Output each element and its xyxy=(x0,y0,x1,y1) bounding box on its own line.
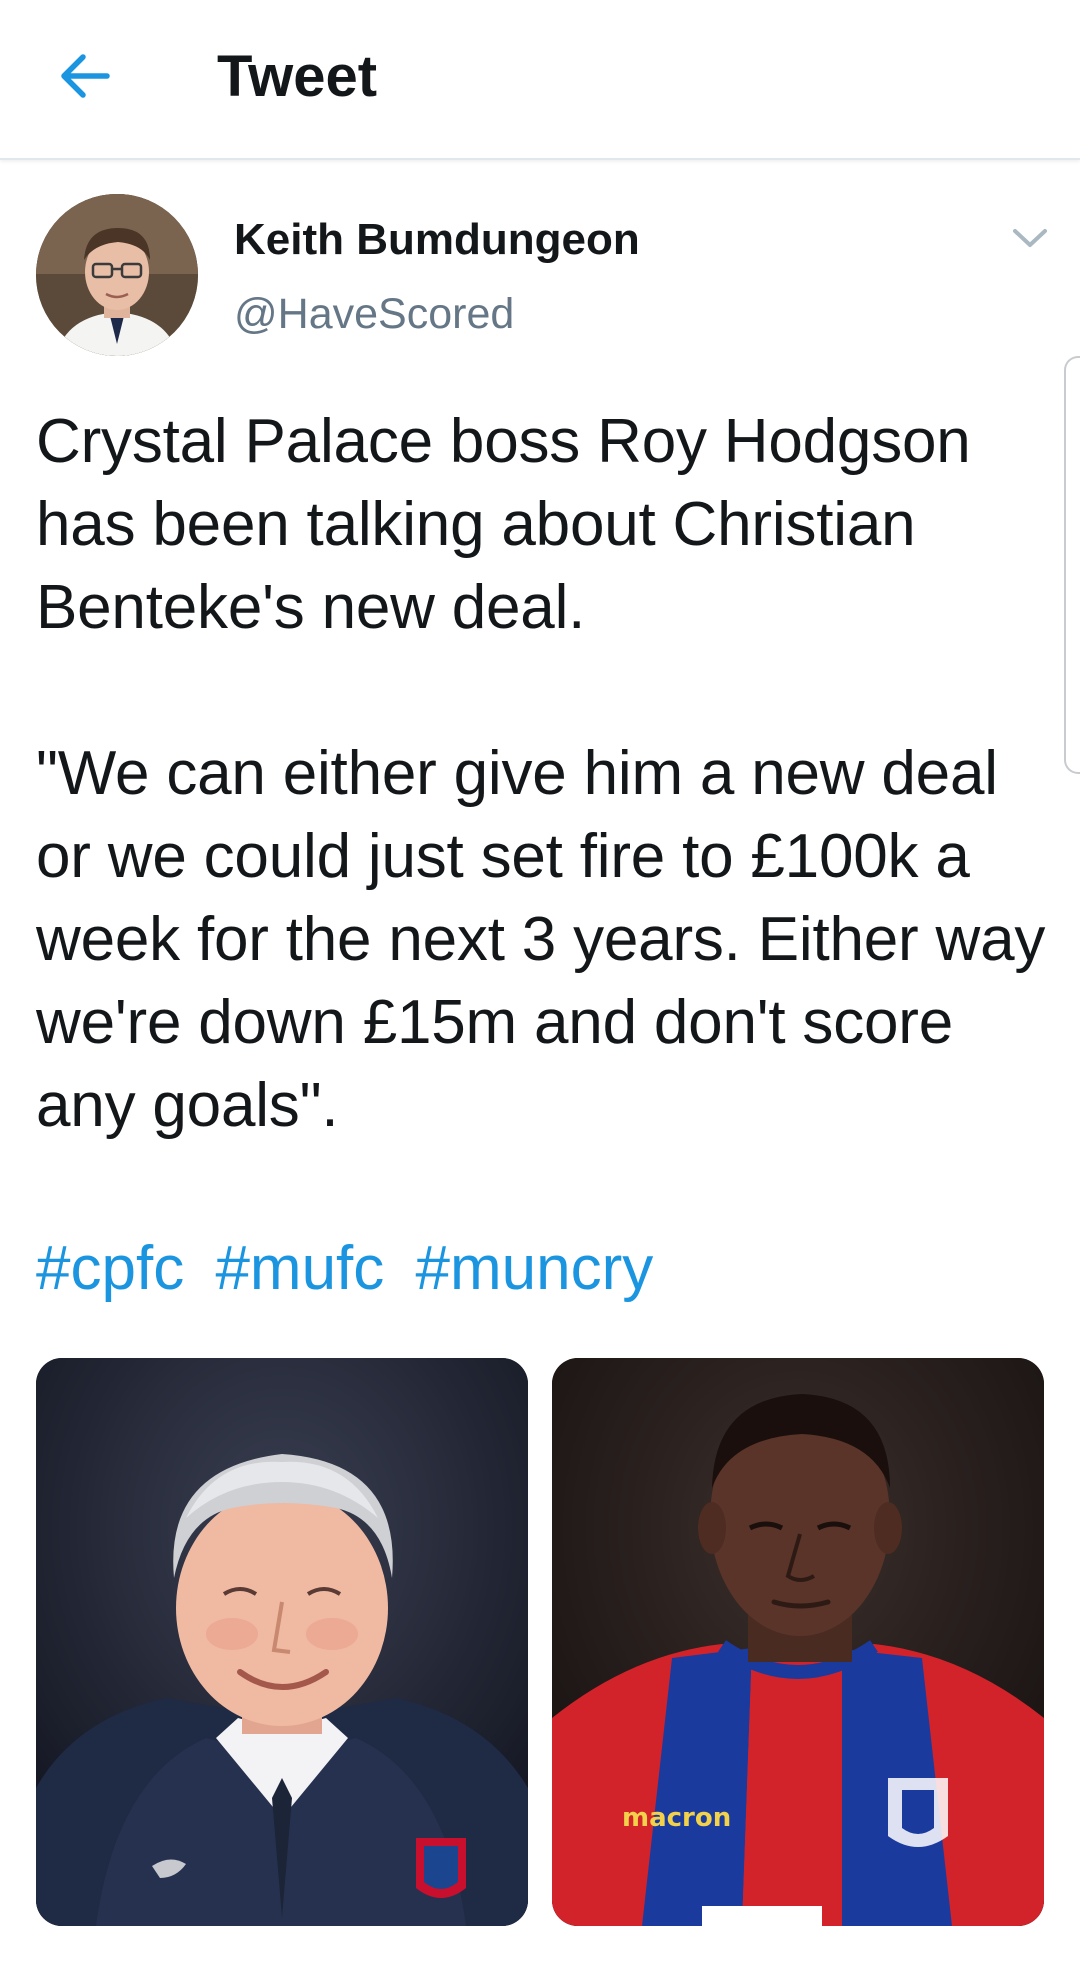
chevron-down-icon xyxy=(1010,226,1050,250)
tweet-hashtags: #cpfc #mufc #muncry xyxy=(36,1227,667,1310)
back-button[interactable] xyxy=(44,36,124,116)
top-app-bar: Tweet xyxy=(0,0,1080,160)
hashtag-link[interactable]: #cpfc xyxy=(36,1234,184,1303)
arrow-left-icon xyxy=(57,52,111,100)
author-display-name[interactable]: Keith Bumdungeon xyxy=(234,212,640,268)
tweet-options-button[interactable] xyxy=(1004,218,1056,258)
tweet-text: Crystal Palace boss Roy Hodgson has been… xyxy=(36,407,1046,1140)
page-title: Tweet xyxy=(217,44,378,109)
tweet-photo-manager[interactable] xyxy=(36,1358,528,1926)
photo-manager-icon xyxy=(36,1358,528,1926)
hashtag-link[interactable]: #mufc xyxy=(215,1234,384,1303)
shirt-sponsor-text: macron xyxy=(622,1803,731,1833)
avatar[interactable] xyxy=(36,194,198,356)
author-handle[interactable]: @HaveScored xyxy=(234,286,514,342)
photo-player-icon: macron xyxy=(552,1358,1044,1926)
hashtag-link[interactable]: #muncry xyxy=(416,1234,654,1303)
scroll-indicator[interactable] xyxy=(1064,356,1080,774)
tweet-photo-player[interactable]: macron xyxy=(552,1358,1044,1926)
